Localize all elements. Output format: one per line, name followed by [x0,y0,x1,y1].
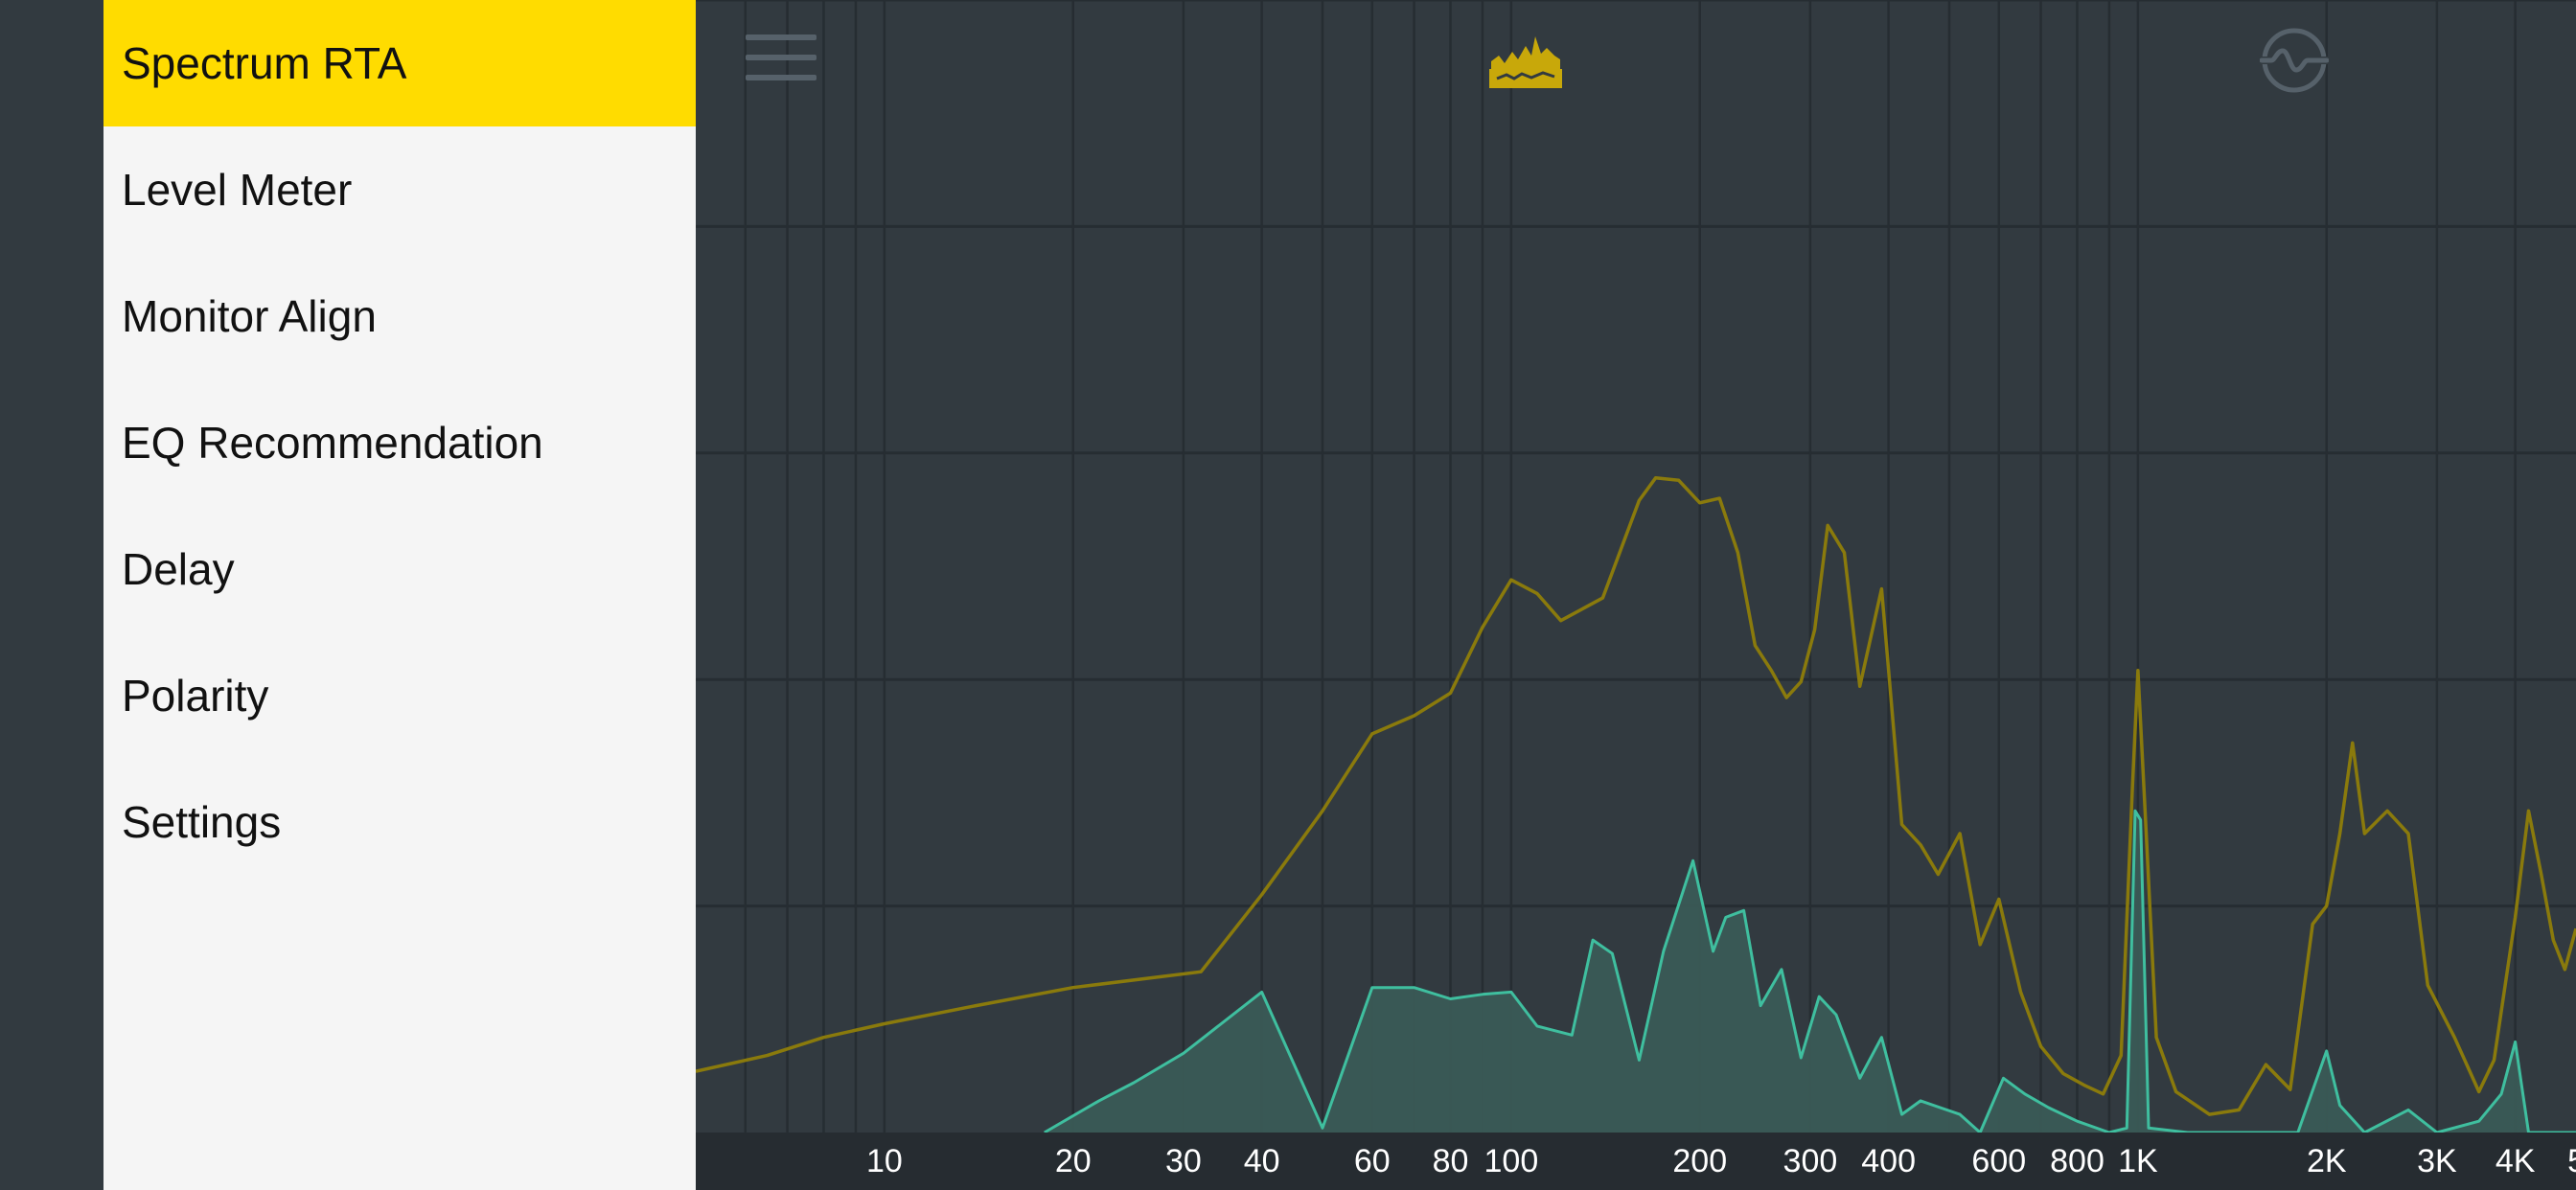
tick-label: 10 [866,1143,903,1179]
tick-label: 300 [1783,1143,1838,1179]
tick-label: 60 [1354,1143,1391,1179]
drawer-item-eq-recommendation[interactable]: EQ Recommendation [104,379,696,506]
drawer-item-delay[interactable]: Delay [104,506,696,632]
navigation-drawer: Spectrum RTA Level Meter Monitor Align E… [104,0,696,1190]
tick-label: 3K [2417,1143,2457,1179]
spectrum-rta-icon[interactable] [1478,17,1574,103]
peak-hold-line [696,476,2576,1116]
tick-label: 5 [2567,1143,2576,1179]
vertical-grid [744,0,2517,1133]
drawer-item-polarity[interactable]: Polarity [104,632,696,759]
spectrum-view: 10 20 30 40 60 80 100 200 300 400 600 800 1K 2K 3K 4K 5 [696,0,2576,1190]
drawer-item-spectrum-rta[interactable]: Spectrum RTA [104,0,696,126]
spectrum-chart: 10 20 30 40 60 80 100 200 300 400 600 800 1K 2K 3K 4K 5 [696,0,2576,1190]
tick-label: 400 [1861,1143,1916,1179]
app-window: Spectrum RTA Level Meter Monitor Align E… [0,0,2576,1190]
hamburger-menu-icon[interactable] [738,19,824,96]
tick-label: 200 [1672,1143,1727,1179]
drawer-item-monitor-align[interactable]: Monitor Align [104,253,696,379]
frequency-axis-bar [696,1133,2576,1190]
signal-generator-icon[interactable] [2246,17,2342,103]
drawer-item-settings[interactable]: Settings [104,759,696,885]
drawer-item-level-meter[interactable]: Level Meter [104,126,696,253]
horizontal-grid [696,0,2576,908]
tick-label: 800 [2050,1143,2104,1179]
left-edge-strip [0,0,104,1190]
tick-label: 2K [2307,1143,2347,1179]
tick-label: 100 [1484,1143,1539,1179]
tick-label: 600 [1971,1143,2026,1179]
tick-label: 80 [1433,1143,1469,1179]
series-layer [696,476,2576,1134]
tick-label: 20 [1055,1143,1092,1179]
tick-label: 4K [2496,1143,2536,1179]
tick-label: 40 [1244,1143,1280,1179]
tick-label: 1K [2118,1143,2158,1179]
tick-label: 30 [1165,1143,1202,1179]
